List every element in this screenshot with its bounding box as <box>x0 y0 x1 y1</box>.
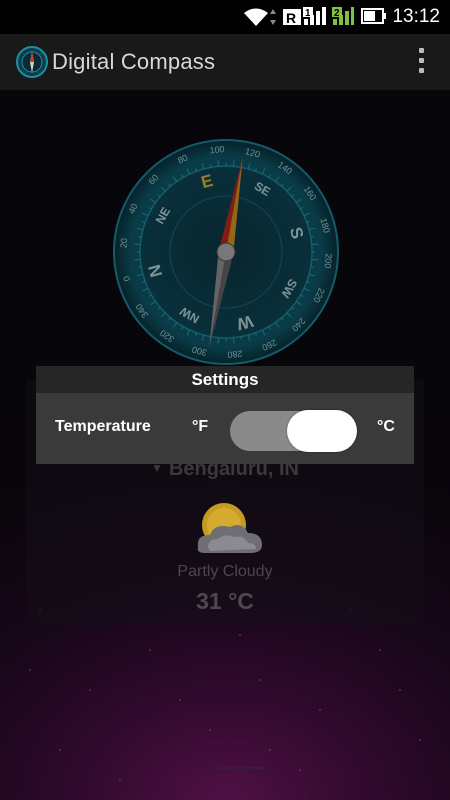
partly-cloudy-icon <box>197 503 262 553</box>
overflow-menu-button[interactable] <box>416 48 426 78</box>
celsius-label: °C <box>377 418 395 435</box>
battery-icon <box>361 8 386 24</box>
dialog-body: Temperature °F °C <box>36 393 414 464</box>
svg-text:R: R <box>286 10 296 26</box>
toggle-knob[interactable] <box>287 410 357 452</box>
data-arrows-icon <box>270 9 276 25</box>
app-compass-icon <box>16 46 48 78</box>
overflow-dot <box>418 48 424 53</box>
weather-temperature: 31 °C <box>196 588 254 614</box>
temperature-unit-toggle[interactable] <box>230 410 357 452</box>
action-bar: Digital Compass <box>0 34 450 90</box>
temperature-label: Temperature <box>55 418 151 435</box>
overflow-dot <box>418 58 424 63</box>
dialog-title: Settings <box>36 366 414 393</box>
weather-condition: Partly Cloudy <box>177 563 273 580</box>
wifi-icon <box>244 8 268 26</box>
status-time: 13:12 <box>392 6 440 27</box>
settings-dialog: Settings Temperature °F °C <box>36 366 414 464</box>
overflow-dot <box>418 68 424 73</box>
app-title: Digital Compass <box>52 49 216 74</box>
signal-1-icon: R 1 <box>283 7 326 26</box>
status-bar: R 1 2 13:12 <box>0 0 450 34</box>
fahrenheit-label: °F <box>192 418 209 435</box>
carousel-indicator <box>215 767 265 769</box>
signal-2-icon: 2 <box>332 7 354 25</box>
